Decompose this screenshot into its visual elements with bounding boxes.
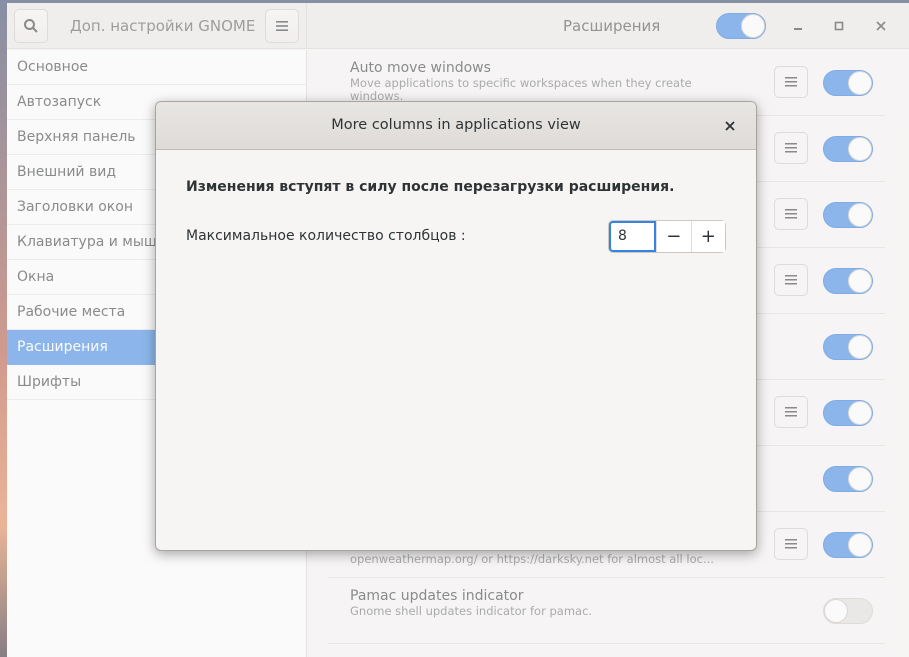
extension-settings-dialog: More columns in applications view Измене…	[155, 101, 757, 551]
dialog-close-button[interactable]	[720, 116, 740, 136]
dialog-title: More columns in applications view	[331, 117, 581, 133]
decrement-button[interactable]: −	[656, 221, 691, 252]
increment-button[interactable]: +	[690, 221, 725, 252]
max-columns-spinbutton: 8 − +	[608, 220, 726, 253]
restart-note: Изменения вступят в силу после перезагру…	[186, 179, 675, 195]
max-columns-input[interactable]: 8	[609, 221, 656, 252]
max-columns-label: Максимальное количество столбцов :	[186, 228, 466, 244]
close-icon	[725, 121, 735, 131]
dialog-header: More columns in applications view	[156, 102, 756, 150]
